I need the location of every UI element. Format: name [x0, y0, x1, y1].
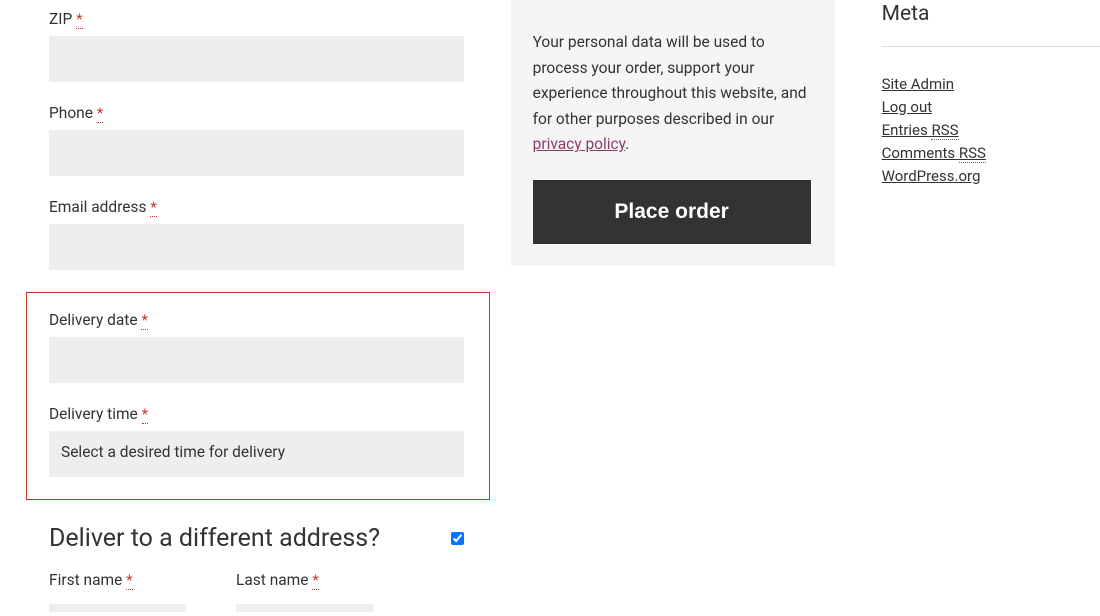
delivery-date-input[interactable]: [49, 337, 464, 383]
site-admin-link[interactable]: Site Admin: [882, 75, 954, 93]
phone-label: Phone *: [49, 104, 511, 122]
email-label: Email address *: [49, 198, 511, 216]
meta-divider: [882, 46, 1100, 47]
required-indicator: *: [76, 10, 82, 29]
first-name-label: First name *: [49, 571, 186, 589]
meta-sidebar: Meta Site Admin Log out Entries RSS Comm…: [882, 0, 1100, 616]
ship-different-checkbox[interactable]: [451, 532, 464, 545]
zip-label: ZIP *: [49, 10, 511, 28]
entries-rss-link[interactable]: Entries RSS: [882, 121, 959, 140]
wordpress-link[interactable]: WordPress.org: [882, 167, 981, 185]
order-summary-box: Your personal data will be used to proce…: [511, 0, 835, 266]
last-name-label: Last name *: [236, 571, 373, 589]
privacy-policy-link[interactable]: privacy policy: [533, 135, 626, 153]
ship-different-row: Deliver to a different address?: [49, 524, 464, 553]
meta-heading: Meta: [882, 2, 1100, 26]
list-item: Entries RSS: [882, 121, 1100, 139]
delivery-highlight-box: Delivery date * Delivery time * Select a…: [26, 292, 490, 500]
place-order-button[interactable]: Place order: [533, 180, 811, 244]
last-name-input[interactable]: [236, 604, 373, 612]
delivery-date-label: Delivery date *: [49, 311, 467, 329]
list-item: Site Admin: [882, 75, 1100, 93]
list-item: WordPress.org: [882, 167, 1100, 185]
delivery-time-select[interactable]: Select a desired time for delivery: [49, 431, 464, 477]
required-indicator: *: [312, 571, 318, 590]
name-row: First name * Last name *: [49, 571, 511, 616]
list-item: Comments RSS: [882, 144, 1100, 162]
required-indicator: *: [126, 571, 132, 590]
first-name-input[interactable]: [49, 604, 186, 612]
delivery-time-field: Delivery time * Select a desired time fo…: [49, 405, 467, 477]
phone-input[interactable]: [49, 130, 464, 176]
first-name-field: First name *: [49, 571, 186, 616]
privacy-text: Your personal data will be used to proce…: [533, 30, 813, 158]
required-indicator: *: [97, 104, 103, 123]
required-indicator: *: [142, 405, 148, 424]
rss-abbr: RSS: [959, 144, 986, 163]
meta-links-list: Site Admin Log out Entries RSS Comments …: [882, 75, 1100, 185]
zip-field: ZIP *: [49, 10, 511, 82]
rss-abbr: RSS: [931, 121, 958, 140]
required-indicator: *: [150, 198, 156, 217]
email-field: Email address *: [49, 198, 511, 270]
comments-rss-link[interactable]: Comments RSS: [882, 144, 986, 163]
delivery-date-field: Delivery date *: [49, 311, 467, 383]
email-input[interactable]: [49, 224, 464, 270]
zip-input[interactable]: [49, 36, 464, 82]
ship-different-heading: Deliver to a different address?: [49, 524, 380, 553]
logout-link[interactable]: Log out: [882, 98, 933, 116]
list-item: Log out: [882, 98, 1100, 116]
last-name-field: Last name *: [236, 571, 373, 616]
phone-field: Phone *: [49, 104, 511, 176]
required-indicator: *: [141, 311, 147, 330]
delivery-time-label: Delivery time *: [49, 405, 467, 423]
